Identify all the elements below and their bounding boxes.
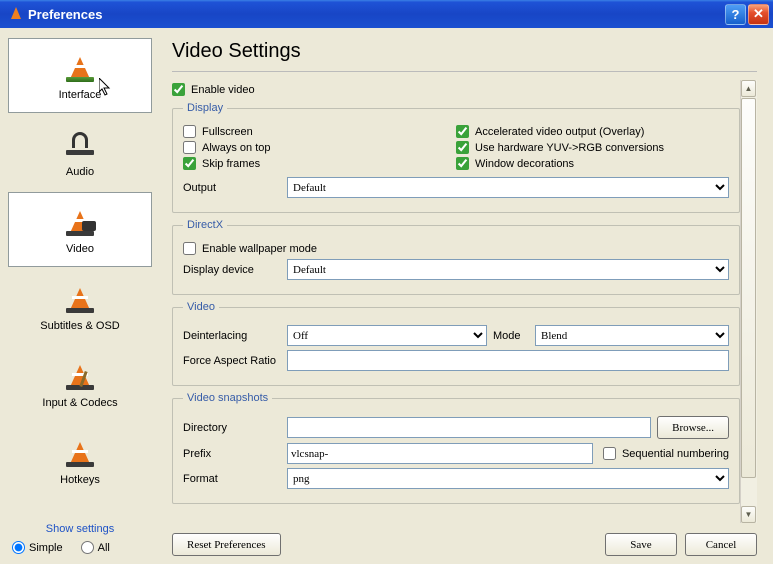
- audio-icon: [60, 128, 100, 162]
- sidebar-item-hotkeys[interactable]: Hotkeys: [8, 423, 152, 498]
- directory-input[interactable]: [287, 417, 651, 438]
- help-button[interactable]: ?: [725, 4, 746, 25]
- video-icon: [60, 205, 100, 239]
- sidebar-item-label: Interface: [59, 89, 102, 101]
- mode-label: Mode: [493, 330, 529, 342]
- prefix-input[interactable]: [287, 443, 593, 464]
- scroll-down-button[interactable]: ▼: [741, 506, 756, 523]
- hotkeys-icon: [60, 436, 100, 470]
- radio-simple-input[interactable]: [12, 541, 25, 554]
- fullscreen-checkbox[interactable]: Fullscreen: [183, 125, 456, 138]
- skip-frames-checkbox[interactable]: Skip frames: [183, 157, 456, 170]
- prefix-label: Prefix: [183, 448, 281, 460]
- radio-all[interactable]: All: [81, 541, 110, 554]
- show-settings-label: Show settings: [8, 523, 152, 535]
- video-group: Video Deinterlacing Off Mode Blend Force…: [172, 301, 740, 386]
- page-title: Video Settings: [172, 40, 757, 72]
- vertical-scrollbar[interactable]: ▲ ▼: [740, 80, 757, 523]
- deinterlacing-select[interactable]: Off: [287, 325, 487, 346]
- accel-output-checkbox[interactable]: Accelerated video output (Overlay): [456, 125, 729, 138]
- directory-label: Directory: [183, 422, 281, 434]
- output-label: Output: [183, 182, 281, 194]
- radio-all-input[interactable]: [81, 541, 94, 554]
- save-button[interactable]: Save: [605, 533, 677, 556]
- sidebar-item-input-codecs[interactable]: Input & Codecs: [8, 346, 152, 421]
- format-label: Format: [183, 473, 281, 485]
- window-decorations-checkbox[interactable]: Window decorations: [456, 157, 729, 170]
- cancel-button[interactable]: Cancel: [685, 533, 757, 556]
- codecs-icon: [60, 359, 100, 393]
- force-aspect-label: Force Aspect Ratio: [183, 355, 281, 367]
- wallpaper-mode-checkbox[interactable]: Enable wallpaper mode: [183, 242, 729, 255]
- sidebar-item-audio[interactable]: Audio: [8, 115, 152, 190]
- always-on-top-checkbox[interactable]: Always on top: [183, 141, 456, 154]
- subtitles-icon: [60, 282, 100, 316]
- snapshots-group: Video snapshots Directory Browse... Pref…: [172, 392, 740, 504]
- yuv-rgb-checkbox[interactable]: Use hardware YUV->RGB conversions: [456, 141, 729, 154]
- sidebar-item-label: Audio: [66, 166, 94, 178]
- enable-video-checkbox[interactable]: Enable video: [172, 83, 740, 96]
- interface-icon: [60, 51, 100, 85]
- sidebar-item-video[interactable]: Video: [8, 192, 152, 267]
- sidebar-item-label: Hotkeys: [60, 474, 100, 486]
- snapshots-legend: Video snapshots: [183, 392, 272, 404]
- window-title: Preferences: [28, 7, 723, 22]
- format-select[interactable]: png: [287, 468, 729, 489]
- sidebar-item-label: Subtitles & OSD: [40, 320, 119, 332]
- display-group: Display Fullscreen Always on top Skip fr…: [172, 102, 740, 213]
- directx-legend: DirectX: [183, 219, 227, 231]
- browse-button[interactable]: Browse...: [657, 416, 729, 439]
- close-button[interactable]: ✕: [748, 4, 769, 25]
- vlc-cone-icon: [8, 6, 24, 22]
- display-legend: Display: [183, 102, 227, 114]
- output-select[interactable]: Default: [287, 177, 729, 198]
- display-device-label: Display device: [183, 264, 281, 276]
- sidebar-item-label: Input & Codecs: [42, 397, 117, 409]
- force-aspect-input[interactable]: [287, 350, 729, 371]
- sequential-numbering-checkbox[interactable]: Sequential numbering: [603, 447, 729, 460]
- sidebar-item-subtitles[interactable]: Subtitles & OSD: [8, 269, 152, 344]
- scroll-up-button[interactable]: ▲: [741, 80, 756, 97]
- deinterlacing-label: Deinterlacing: [183, 330, 281, 342]
- sidebar-item-interface[interactable]: Interface: [8, 38, 152, 113]
- radio-simple[interactable]: Simple: [12, 541, 63, 554]
- main-panel: Video Settings Enable video Display Full…: [160, 28, 773, 564]
- reset-preferences-button[interactable]: Reset Preferences: [172, 533, 281, 556]
- sidebar-item-label: Video: [66, 243, 94, 255]
- display-device-select[interactable]: Default: [287, 259, 729, 280]
- title-bar: Preferences ? ✕: [0, 0, 773, 28]
- directx-group: DirectX Enable wallpaper mode Display de…: [172, 219, 740, 295]
- category-sidebar: Interface Audio Video Subtitles & OSD In…: [0, 28, 160, 564]
- video-legend: Video: [183, 301, 219, 313]
- scroll-thumb[interactable]: [741, 98, 756, 478]
- mode-select[interactable]: Blend: [535, 325, 729, 346]
